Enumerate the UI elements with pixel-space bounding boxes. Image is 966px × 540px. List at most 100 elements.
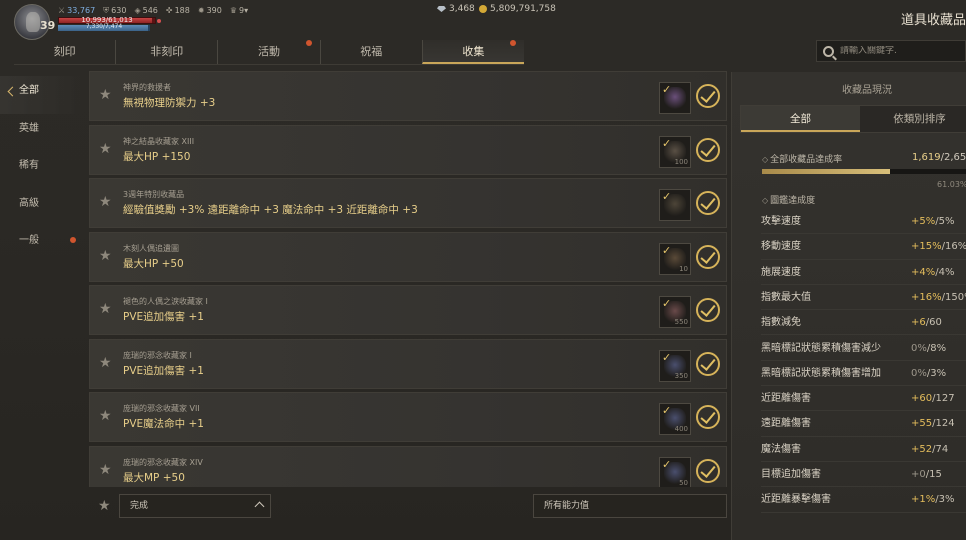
collection-row[interactable]: ★ 3週年特別收藏品 經驗值獎勵 +3% 遠距離命中 +3 魔法命中 +3 近距離命… [89,178,727,228]
codex-label: 圖鑑達成度 [762,193,815,206]
complete-check-icon[interactable] [696,458,720,483]
stat-value: +55/124 [911,418,955,430]
complete-check-icon[interactable] [696,405,720,429]
stat-value: +6/60 [911,317,942,329]
complete-check-icon[interactable] [696,244,720,269]
collection-row[interactable]: ★ 庞瑞的邪念收藏家 VII PVE魔法命中 +1 ✓ 400 [89,392,727,442]
app-window: 39 ⚔ 33,767 ⛨ 630 ◈ 546 ✜ 188 ✹ 390 ♛ 9▾ 10,99… [0,0,966,540]
combat-power-stat: ⚔ 33,767 [58,6,96,15]
mp-bar: 7,330/7,474 [58,23,150,31]
item-thumbnail[interactable]: ✓ 100 [659,135,691,168]
collection-effect: 最大HP +150 [123,150,191,163]
search-box[interactable] [816,40,966,62]
ability-filter-dropdown[interactable]: 所有能力值 [533,494,727,518]
collection-effect: 經驗值獎勵 +3% 遠距離命中 +3 魔法命中 +3 近距離命中 +3 [123,204,418,216]
stat-6: ♛ 9▾ [229,6,249,15]
registered-check-icon: ✓ [662,136,672,150]
item-thumbnail[interactable]: ✓ 400 [659,403,691,435]
collection-row[interactable]: ★ 庞瑞的邪念收藏家 I PVE追加傷害 +1 ✓ 350 [89,338,727,389]
favorite-filter-star-icon[interactable]: ★ [98,498,111,514]
favorite-star-icon[interactable]: ★ [99,194,112,210]
stat-label: 指數最大值 [761,291,811,303]
tool-icon: ✜ [165,6,173,15]
gem-currency: 3,468 [437,4,475,14]
panel-tab-by-category[interactable]: 依類別排序 [860,106,966,132]
collection-name: 木刻人偶追遺圖 [123,243,179,253]
collection-row[interactable]: ★ 庞瑞的邪念收藏家 XIV 最大MP +50 ✓ 50 [89,445,727,487]
stat-label: 指數減免 [761,317,801,329]
stat-value: +15%/16% [911,241,966,253]
tab-engraved[interactable]: 刻印 [14,40,115,64]
complete-check-icon[interactable] [696,298,720,322]
item-quantity: 10 [679,264,688,273]
registered-check-icon: ✓ [662,83,672,96]
tab-non-engraved[interactable]: 非刻印 [115,40,217,64]
registered-check-icon: ✓ [662,350,672,364]
stat-row: 目標追加傷害 +0/15 [761,462,966,488]
stat-value: +52/74 [911,443,949,455]
mp-text: 7,330/7,474 [85,23,123,30]
collection-row[interactable]: ★ 木刻人偶追遺圖 最大HP +50 ✓ 10 [89,231,727,282]
item-thumbnail[interactable]: ✓ 10 [659,242,691,275]
status-filter-dropdown[interactable]: 完成 [119,494,271,518]
stat-4: ✜ 188 [165,6,190,15]
collection-row[interactable]: ★ 褪色的人偶之淚收藏家 I PVE追加傷害 +1 ✓ 550 [89,285,727,335]
complete-check-icon[interactable] [696,351,720,376]
panel-tabs: 全部 依類別排序 [740,105,966,133]
collection-list: ★ 神界的救援者 無視物理防禦力 +3 ✓ ★ 神之結晶收藏家 XIII 最大HP +150… [89,71,727,487]
potion-icon: ♛ [229,6,238,15]
sidebar-item-common[interactable]: 一般 [0,226,86,264]
achievement-percent: 61.03% [937,180,966,189]
tab-collection[interactable]: 收集 [421,40,525,64]
item-thumbnail[interactable]: ✓ [659,82,691,114]
collection-name: 庞瑞的邪念收藏家 XIV [123,457,203,467]
stat-label: 黑暗標記狀態累積傷害增加 [761,367,881,379]
stat-row: 指數減免 +6/60 [761,310,966,336]
stat-value: +16%/150% [911,291,966,303]
favorite-star-icon[interactable]: ★ [99,355,112,371]
stat-2: ⛨ 630 [103,6,127,15]
complete-check-icon[interactable] [696,84,720,108]
stat-row: 移動速度 +15%/16% [761,234,966,260]
sidebar-item-rare[interactable]: 稀有 [0,151,86,189]
item-thumbnail[interactable]: ✓ 50 [659,456,691,487]
collection-row[interactable]: ★ 神界的救援者 無視物理防禦力 +3 ✓ [89,71,727,121]
favorite-star-icon[interactable]: ★ [99,141,112,157]
search-input[interactable] [840,46,960,56]
item-quantity: 50 [679,478,688,487]
hp-indicator-icon [157,19,161,23]
stat-label: 移動速度 [761,241,801,253]
sidebar-item-all[interactable]: 全部 [0,76,86,114]
notification-dot-icon [510,40,517,46]
gem-icon [437,6,446,12]
favorite-star-icon[interactable]: ★ [99,462,112,478]
item-thumbnail[interactable]: ✓ 350 [659,349,691,382]
complete-check-icon[interactable] [696,191,720,215]
notification-dot-icon [305,40,312,46]
category-sidebar: 全部 英雄 稀有 高級 一般 [0,76,86,264]
item-quantity: 400 [674,425,688,433]
stat-row: 黑暗標記狀態累積傷害減少 0%/8% [761,336,966,361]
tab-event[interactable]: 活動 [217,40,319,64]
favorite-star-icon[interactable]: ★ [99,301,112,317]
panel-tab-all[interactable]: 全部 [741,106,860,132]
player-level: 39 [40,19,56,32]
collection-name: 褪色的人偶之淚收藏家 I [123,297,208,306]
item-thumbnail[interactable]: ✓ 550 [659,296,691,328]
stat-label: 黑暗標記狀態累積傷害減少 [761,342,881,354]
favorite-star-icon[interactable]: ★ [99,248,112,264]
sidebar-item-advanced[interactable]: 高級 [0,189,86,227]
collection-name: 神界的救援者 [123,83,171,92]
favorite-star-icon[interactable]: ★ [99,408,112,424]
main-tabs: 刻印 非刻印 活動 祝福 收集 [14,40,525,64]
complete-check-icon[interactable] [696,137,720,162]
achievement-value: 1,619/2,653 [912,152,966,163]
sidebar-item-heroic[interactable]: 英雄 [0,114,86,152]
collection-row[interactable]: ★ 神之結晶收藏家 XIII 最大HP +150 ✓ 100 [89,124,727,175]
search-icon [823,45,834,57]
item-thumbnail[interactable]: ✓ [659,189,691,221]
tab-blessing[interactable]: 祝福 [319,40,422,64]
top-bar: 39 ⚔ 33,767 ⛨ 630 ◈ 546 ✜ 188 ✹ 390 ♛ 9▾ 10,99… [0,0,966,42]
favorite-star-icon[interactable]: ★ [99,87,112,103]
stat-row: 近距離傷害 +60/127 [761,386,966,412]
